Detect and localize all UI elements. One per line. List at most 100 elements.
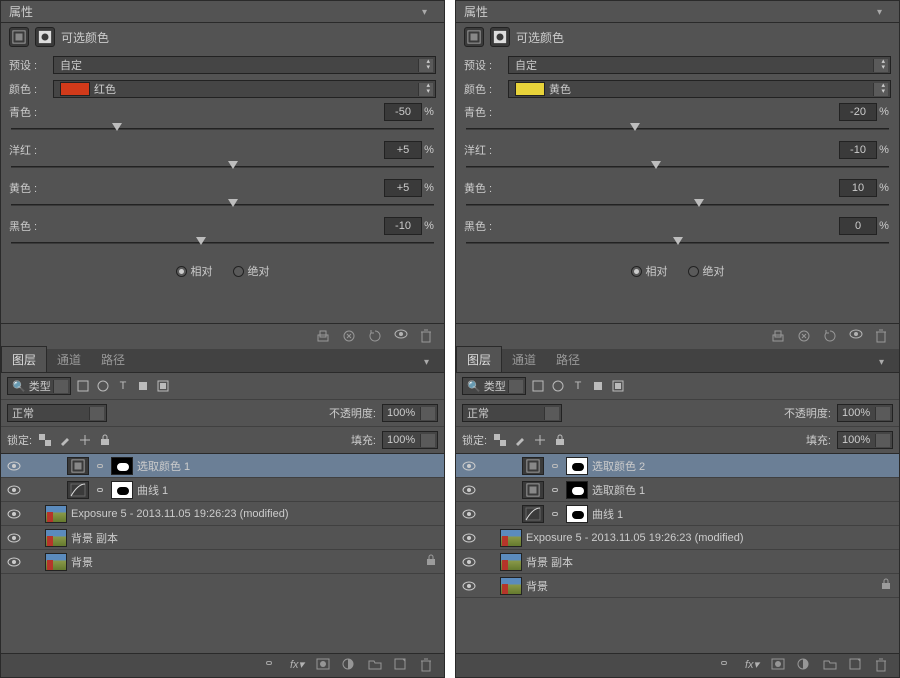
mask-add-icon[interactable] [771, 658, 787, 674]
visibility-toggle[interactable] [460, 457, 478, 475]
filter-smart-icon[interactable] [155, 378, 171, 394]
layer-thumb[interactable] [500, 553, 522, 571]
layer-name[interactable]: 选取颜色 2 [592, 458, 895, 474]
lock-pos-icon[interactable] [533, 433, 547, 447]
layer-name[interactable]: 背景 [526, 578, 877, 594]
tab-paths[interactable]: 路径 [91, 347, 135, 372]
layer-row[interactable]: 背景 副本 [1, 526, 444, 550]
clip-icon[interactable] [316, 329, 332, 345]
slider-track[interactable] [11, 123, 434, 135]
mask-thumb[interactable] [111, 481, 133, 499]
filter-kind-select[interactable]: 🔍 类型▾ [462, 377, 526, 395]
link-icon[interactable] [93, 459, 107, 473]
adj-add-icon[interactable] [797, 658, 813, 674]
tab-layers[interactable]: 图层 [456, 346, 502, 372]
slider-track[interactable] [11, 199, 434, 211]
color-select[interactable]: 红色▴▾ [53, 80, 436, 98]
visibility-toggle[interactable] [5, 529, 23, 547]
link-layers-icon[interactable] [719, 658, 735, 674]
tab-channels[interactable]: 通道 [47, 347, 91, 372]
slider-value-input[interactable]: -10 [384, 217, 422, 235]
mask-icon[interactable] [35, 27, 55, 47]
layer-thumb[interactable] [45, 529, 67, 547]
tab-paths[interactable]: 路径 [546, 347, 590, 372]
link-icon[interactable] [548, 483, 562, 497]
blend-mode-select[interactable]: 正常▾ [7, 404, 107, 422]
trash-icon[interactable] [420, 658, 436, 674]
link-icon[interactable] [93, 483, 107, 497]
layer-row[interactable]: 选取颜色 2 [456, 454, 899, 478]
layer-name[interactable]: 背景 副本 [526, 554, 895, 570]
panel-menu-icon[interactable] [424, 356, 438, 368]
absolute-radio[interactable]: 绝对 [688, 263, 725, 279]
layer-row[interactable]: 背景 [456, 574, 899, 598]
trash-icon[interactable] [420, 329, 436, 345]
slider-track[interactable] [466, 161, 889, 173]
blend-mode-select[interactable]: 正常▾ [462, 404, 562, 422]
layer-row[interactable]: Exposure 5 - 2013.11.05 19:26:23 (modifi… [456, 526, 899, 550]
adj-add-icon[interactable] [342, 658, 358, 674]
layer-name[interactable]: 选取颜色 1 [137, 458, 440, 474]
layer-name[interactable]: Exposure 5 - 2013.11.05 19:26:23 (modifi… [526, 532, 895, 544]
slider-track[interactable] [466, 123, 889, 135]
reset-icon[interactable] [823, 329, 839, 345]
panel-menu-icon[interactable] [879, 356, 893, 368]
slider-track[interactable] [11, 237, 434, 249]
slider-value-input[interactable]: 10 [839, 179, 877, 197]
layer-name[interactable]: 曲线 1 [592, 506, 895, 522]
layer-row[interactable]: 选取颜色 1 [456, 478, 899, 502]
fx-icon[interactable]: fx▾ [745, 658, 761, 674]
lock-all-icon[interactable] [98, 433, 112, 447]
link-icon[interactable] [548, 459, 562, 473]
relative-radio[interactable]: 相对 [176, 263, 213, 279]
layer-name[interactable]: 背景 副本 [71, 530, 440, 546]
lock-trans-icon[interactable] [493, 433, 507, 447]
slider-value-input[interactable]: -50 [384, 103, 422, 121]
view-prev-icon[interactable] [342, 329, 358, 345]
layer-thumb[interactable] [45, 553, 67, 571]
lock-all-icon[interactable] [553, 433, 567, 447]
link-icon[interactable] [548, 507, 562, 521]
tab-layers[interactable]: 图层 [1, 346, 47, 372]
preset-select[interactable]: 自定▴▾ [53, 56, 436, 74]
link-layers-icon[interactable] [264, 658, 280, 674]
layer-name[interactable]: 曲线 1 [137, 482, 440, 498]
filter-smart-icon[interactable] [610, 378, 626, 394]
layer-thumb[interactable] [500, 529, 522, 547]
visibility-toggle[interactable] [460, 481, 478, 499]
layer-name[interactable]: 选取颜色 1 [592, 482, 895, 498]
filter-text-icon[interactable]: T [115, 378, 131, 394]
eye-icon[interactable] [849, 329, 865, 345]
lock-paint-icon[interactable] [58, 433, 72, 447]
layer-row[interactable]: 选取颜色 1 [1, 454, 444, 478]
panel-menu-icon[interactable] [877, 6, 891, 18]
layer-name[interactable]: 背景 [71, 554, 422, 570]
fill-input[interactable]: 100%▾ [837, 431, 893, 449]
view-prev-icon[interactable] [797, 329, 813, 345]
fx-icon[interactable]: fx▾ [290, 658, 306, 674]
layer-row[interactable]: 背景 副本 [456, 550, 899, 574]
new-layer-icon[interactable] [849, 658, 865, 674]
group-icon[interactable] [368, 658, 384, 674]
new-layer-icon[interactable] [394, 658, 410, 674]
tab-channels[interactable]: 通道 [502, 347, 546, 372]
color-select[interactable]: 黄色▴▾ [508, 80, 891, 98]
slider-value-input[interactable]: +5 [384, 141, 422, 159]
filter-adj-icon[interactable] [550, 378, 566, 394]
clip-icon[interactable] [771, 329, 787, 345]
filter-shape-icon[interactable] [135, 378, 151, 394]
slider-value-input[interactable]: -10 [839, 141, 877, 159]
mask-thumb[interactable] [111, 457, 133, 475]
fill-input[interactable]: 100%▾ [382, 431, 438, 449]
layer-thumb[interactable] [45, 505, 67, 523]
relative-radio[interactable]: 相对 [631, 263, 668, 279]
filter-kind-select[interactable]: 🔍 类型▾ [7, 377, 71, 395]
mask-thumb[interactable] [566, 481, 588, 499]
adjustment-thumb[interactable] [522, 481, 544, 499]
slider-value-input[interactable]: -20 [839, 103, 877, 121]
layer-name[interactable]: Exposure 5 - 2013.11.05 19:26:23 (modifi… [71, 508, 440, 520]
filter-adj-icon[interactable] [95, 378, 111, 394]
adjustment-thumb[interactable] [67, 457, 89, 475]
panel-menu-icon[interactable] [422, 6, 436, 18]
filter-shape-icon[interactable] [590, 378, 606, 394]
